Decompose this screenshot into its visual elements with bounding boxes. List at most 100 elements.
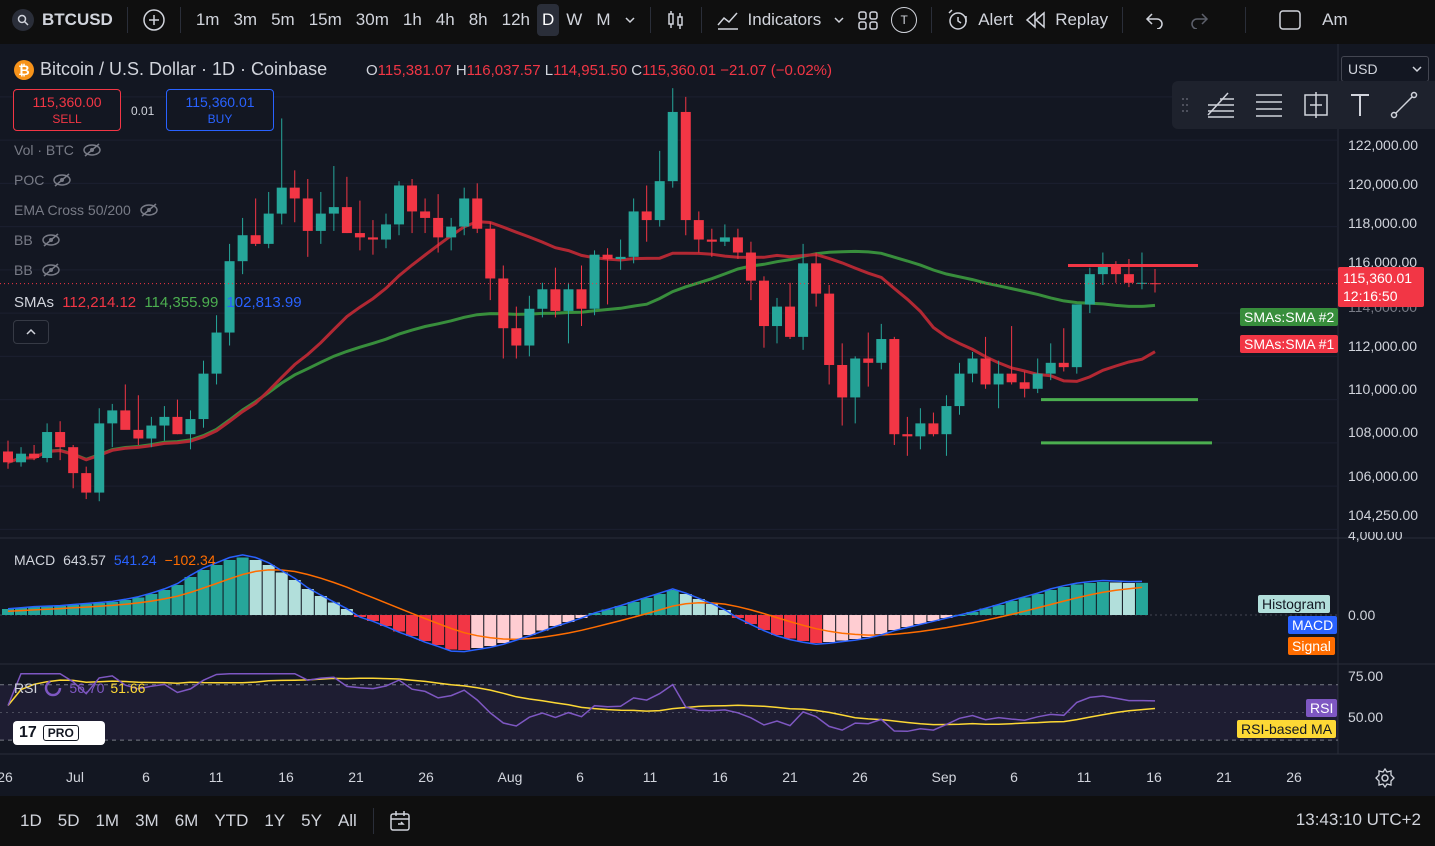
candle-up — [654, 181, 665, 221]
fullscreen-icon — [1279, 10, 1301, 30]
interval-5m[interactable]: 5m — [264, 4, 302, 36]
indicator-smas[interactable]: SMAs 112,214.12 114,355.99 102,813.99 — [14, 294, 302, 311]
eye-off-icon[interactable] — [139, 203, 159, 217]
indicator-ema-cross[interactable]: EMA Cross 50/200 — [14, 202, 159, 218]
eye-off-icon[interactable] — [82, 143, 102, 157]
undo-icon — [1146, 13, 1163, 29]
interval-1h[interactable]: 1h — [396, 4, 429, 36]
sma1-value: 112,214.12 — [62, 294, 137, 311]
sell-label: SELL — [52, 112, 82, 126]
interval-15m[interactable]: 15m — [302, 4, 349, 36]
eye-off-icon[interactable] — [52, 173, 72, 187]
chart-area[interactable]: ₿ Bitcoin / U.S. Dollar · 1D · Coinbase … — [0, 44, 1435, 796]
candle-up — [1084, 274, 1095, 305]
eye-off-icon[interactable] — [41, 263, 61, 277]
date-axis-label: 11 — [1076, 769, 1092, 785]
range-1d[interactable]: 1D — [12, 811, 50, 831]
collapse-legend-button[interactable] — [13, 320, 49, 344]
candle-down — [172, 416, 183, 435]
indicators-dropdown-button[interactable] — [827, 4, 851, 36]
candle-down — [980, 358, 991, 385]
indicator-bb-label: BB — [14, 232, 33, 248]
sell-button[interactable]: 115,360.00 SELL — [13, 89, 121, 131]
chart-canvas[interactable] — [0, 44, 1435, 796]
fullscreen-button[interactable] — [1272, 4, 1308, 36]
undo-button[interactable] — [1137, 4, 1171, 36]
symbol-legend-title[interactable]: ₿ Bitcoin / U.S. Dollar · 1D · Coinbase — [14, 59, 327, 80]
calendar-icon[interactable] — [388, 809, 412, 833]
alert-button[interactable]: Alert — [940, 4, 1019, 36]
interval-1m[interactable]: 1m — [189, 4, 227, 36]
candle-up — [94, 423, 105, 493]
redo-button[interactable] — [1183, 4, 1217, 36]
indicator-bb-2[interactable]: BB — [14, 262, 61, 278]
symbol-search-button[interactable]: BTCUSD — [6, 4, 119, 36]
smas-label: SMAs — [14, 294, 55, 311]
interval-M[interactable]: M — [589, 4, 617, 36]
interval-W[interactable]: W — [559, 4, 589, 36]
candle-down — [785, 306, 796, 337]
interval-8h[interactable]: 8h — [462, 4, 495, 36]
tradingview-logo[interactable]: 17 PRO — [13, 721, 105, 745]
settings-icon[interactable] — [1375, 768, 1395, 788]
compare-symbol-button[interactable] — [136, 4, 172, 36]
date-axis-label: Jul — [66, 769, 84, 785]
candle-up — [1071, 304, 1082, 368]
macd-histogram-bar — [1096, 582, 1109, 615]
indicators-button[interactable]: Indicators — [710, 4, 828, 36]
layouts-button[interactable] — [851, 4, 885, 36]
last-price-badge: 115,360.01 12:16:50 — [1338, 267, 1424, 307]
candle-up — [628, 211, 639, 257]
interval-3m[interactable]: 3m — [226, 4, 264, 36]
truncated-label[interactable]: Am — [1322, 10, 1348, 30]
pitchfork-tool-icon[interactable] — [1254, 92, 1284, 118]
drag-handle-icon[interactable] — [1182, 96, 1188, 114]
t-button[interactable]: T — [885, 4, 923, 36]
range-5d[interactable]: 5D — [50, 811, 88, 831]
candle-up — [772, 306, 783, 327]
indicator-bb-1[interactable]: BB — [14, 232, 61, 248]
macd-histogram-bar — [888, 615, 901, 630]
candle-down — [420, 211, 431, 218]
text-tool-icon[interactable] — [1348, 92, 1372, 118]
macd-histogram-bar — [523, 615, 536, 635]
range-3m[interactable]: 3M — [127, 811, 167, 831]
interval-30m[interactable]: 30m — [349, 4, 396, 36]
interval-4h[interactable]: 4h — [429, 4, 462, 36]
replay-button[interactable]: Replay — [1019, 4, 1114, 36]
interval-12h[interactable]: 12h — [495, 4, 537, 36]
h-key: H — [455, 62, 467, 79]
interval-D[interactable]: D — [537, 4, 560, 36]
macd-histogram-bar — [158, 590, 171, 615]
range-5y[interactable]: 5Y — [293, 811, 330, 831]
range-all[interactable]: All — [330, 811, 365, 831]
trend-line-tool-icon[interactable] — [1390, 91, 1418, 119]
macd-histogram-bar — [393, 615, 406, 632]
t-label: T — [891, 7, 918, 33]
eye-off-icon[interactable] — [41, 233, 61, 247]
measure-tool-icon[interactable] — [1302, 91, 1330, 119]
range-6m[interactable]: 6M — [167, 811, 207, 831]
indicator-bb-label: BB — [14, 262, 33, 278]
signal-badge: Signal — [1288, 637, 1335, 655]
rsi-legend[interactable]: RSI 56.70 51.66 — [14, 678, 145, 698]
macd-histogram-bar — [510, 615, 523, 639]
candle-up — [146, 425, 157, 439]
clock[interactable]: 13:43:10 UTC+2 — [1296, 810, 1421, 830]
indicator-vol[interactable]: Vol · BTC — [14, 142, 102, 158]
macd-histogram-bar — [1083, 583, 1096, 615]
range-1y[interactable]: 1Y — [256, 811, 293, 831]
macd-label: MACD — [14, 552, 56, 568]
macd-legend[interactable]: MACD 643.57 541.24 −102.34 — [14, 552, 216, 568]
interval-dropdown-button[interactable] — [618, 4, 642, 36]
buy-button[interactable]: 115,360.01 BUY — [166, 89, 274, 131]
candle-up — [159, 416, 170, 426]
fib-tool-icon[interactable] — [1206, 91, 1236, 119]
chart-type-button[interactable] — [659, 4, 693, 36]
range-1m[interactable]: 1M — [87, 811, 127, 831]
currency-select[interactable]: USD — [1341, 56, 1429, 82]
bottom-bar: 1D 5D 1M 3M 6M YTD 1Y 5Y All 13:43:10 UTC+2 — [0, 796, 1435, 846]
spread-value: 0.01 — [131, 104, 155, 118]
indicator-poc[interactable]: POC — [14, 172, 72, 188]
range-ytd[interactable]: YTD — [206, 811, 256, 831]
